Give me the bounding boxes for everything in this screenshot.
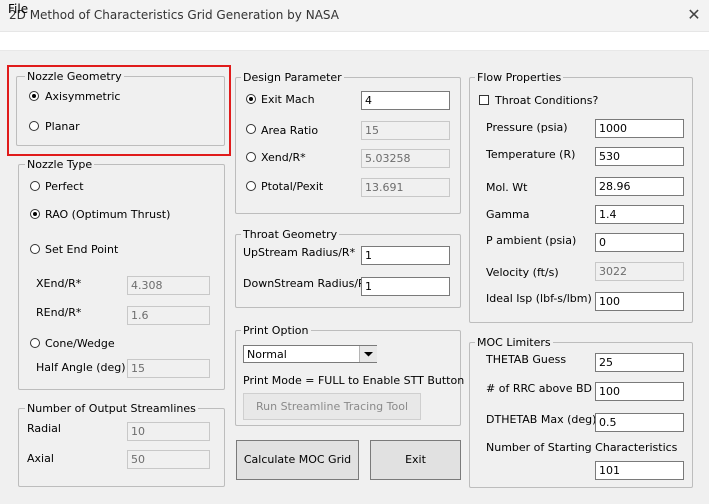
menu-file[interactable]: File	[8, 2, 28, 16]
rend-field[interactable]: 1.6	[127, 306, 210, 325]
throat-conditions-label: Throat Conditions?	[495, 94, 599, 107]
exit-button[interactable]: Exit	[370, 440, 461, 480]
xend-design-label: Xend/R*	[261, 151, 306, 164]
upstream-radius-field[interactable]: 1	[361, 246, 450, 265]
p-ambient-field[interactable]: 0	[595, 233, 684, 252]
pressure-field[interactable]: 1000	[595, 119, 684, 138]
window-title: 2D Method of Characteristics Grid Genera…	[9, 8, 339, 22]
rao-label: RAO (Optimum Thrust)	[45, 208, 171, 221]
temperature-label: Temperature (R)	[486, 148, 576, 161]
rend-label: REnd/R*	[36, 306, 82, 319]
dthetab-label: DTHETAB Max (deg)	[486, 413, 597, 426]
axial-label: Axial	[27, 452, 54, 465]
rrc-label: # of RRC above BD	[486, 382, 592, 395]
pressure-label: Pressure (psia)	[486, 121, 568, 134]
area-ratio-label: Area Ratio	[261, 124, 319, 137]
flow-properties-group	[469, 77, 693, 323]
downstream-radius-label: DownStream Radius/R*	[243, 277, 372, 290]
starting-characteristics-label: Number of Starting Characteristics	[486, 441, 678, 454]
upstream-radius-label: UpStream Radius/R*	[243, 246, 356, 259]
throat-conditions-checkbox[interactable]	[479, 95, 489, 105]
close-icon[interactable]: ✕	[684, 4, 704, 26]
dthetab-field[interactable]: 0.5	[595, 413, 684, 432]
thetab-guess-field[interactable]: 25	[595, 353, 684, 372]
starting-characteristics-field[interactable]: 101	[595, 461, 684, 480]
ptotal-label: Ptotal/Pexit	[261, 180, 324, 193]
mol-wt-field[interactable]: 28.96	[595, 177, 684, 196]
xend-label: XEnd/R*	[36, 277, 82, 290]
mol-wt-label: Mol. Wt	[486, 181, 528, 194]
nozzle-type-legend: Nozzle Type	[25, 158, 95, 171]
p-ambient-label: P ambient (psia)	[486, 234, 577, 247]
xend-design-field[interactable]: 5.03258	[361, 149, 450, 168]
menu-bar	[0, 32, 709, 51]
velocity-field[interactable]: 3022	[595, 262, 684, 281]
half-angle-field[interactable]: 15	[127, 359, 210, 378]
gamma-field[interactable]: 1.4	[595, 205, 684, 224]
moc-limiters-legend: MOC Limiters	[475, 336, 553, 349]
radial-label: Radial	[27, 422, 61, 435]
gamma-label: Gamma	[486, 208, 530, 221]
throat-geometry-legend: Throat Geometry	[241, 228, 340, 241]
perfect-radio[interactable]	[30, 181, 40, 191]
exit-mach-field[interactable]: 4	[361, 91, 450, 110]
perfect-label: Perfect	[45, 180, 84, 193]
velocity-label: Velocity (ft/s)	[486, 266, 559, 279]
exit-mach-radio[interactable]	[246, 94, 256, 104]
calculate-moc-grid-button[interactable]: Calculate MOC Grid	[236, 440, 359, 480]
design-parameter-legend: Design Parameter	[241, 71, 344, 84]
xend-field[interactable]: 4.308	[127, 276, 210, 295]
ideal-isp-label: Ideal Isp (lbf-s/lbm)	[486, 292, 592, 305]
print-mode-select[interactable]: Normal	[243, 345, 377, 363]
area-ratio-radio[interactable]	[246, 124, 256, 134]
chevron-down-icon	[364, 352, 373, 357]
highlight-box	[7, 65, 231, 156]
print-option-legend: Print Option	[241, 324, 311, 337]
streamlines-legend: Number of Output Streamlines	[25, 402, 198, 415]
cone-wedge-label: Cone/Wedge	[45, 337, 115, 350]
flow-properties-legend: Flow Properties	[475, 71, 564, 84]
set-end-point-radio[interactable]	[30, 244, 40, 254]
dropdown-button[interactable]	[359, 346, 377, 362]
exit-mach-label: Exit Mach	[261, 93, 315, 106]
streamline-tracing-button[interactable]: Run Streamline Tracing Tool	[243, 393, 421, 420]
streamlines-group	[18, 408, 225, 487]
area-ratio-field[interactable]: 15	[361, 121, 450, 140]
axial-field[interactable]: 50	[127, 450, 210, 469]
xend-design-radio[interactable]	[246, 152, 256, 162]
print-mode-note: Print Mode = FULL to Enable STT Button	[243, 374, 465, 387]
half-angle-label: Half Angle (deg)	[36, 361, 126, 374]
cone-wedge-radio[interactable]	[30, 338, 40, 348]
temperature-field[interactable]: 530	[595, 147, 684, 166]
downstream-radius-field[interactable]: 1	[361, 277, 450, 296]
ideal-isp-field[interactable]: 100	[595, 292, 684, 311]
thetab-guess-label: THETAB Guess	[486, 353, 567, 366]
rrc-field[interactable]: 100	[595, 382, 684, 401]
set-end-point-label: Set End Point	[45, 243, 119, 256]
radial-field[interactable]: 10	[127, 422, 210, 441]
rao-radio[interactable]	[30, 209, 40, 219]
ptotal-radio[interactable]	[246, 181, 256, 191]
ptotal-field[interactable]: 13.691	[361, 178, 450, 197]
